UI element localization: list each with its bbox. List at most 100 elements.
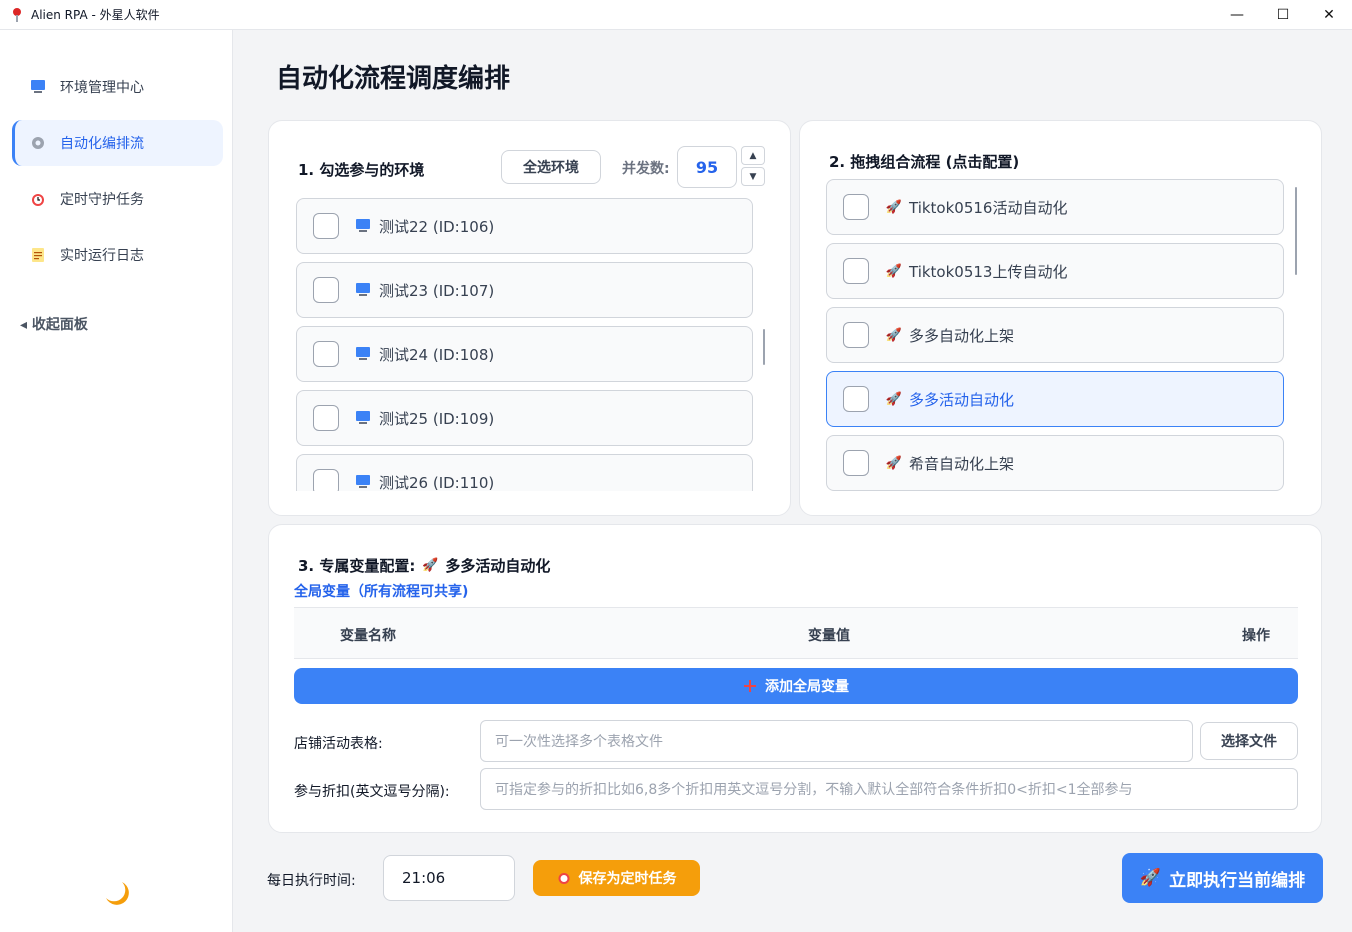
flow-item-selected[interactable]: 🚀 多多活动自动化 bbox=[826, 371, 1284, 427]
rocket-icon: 🚀 bbox=[885, 455, 903, 471]
monitor-icon bbox=[355, 283, 371, 297]
save-schedule-button[interactable]: 保存为定时任务 bbox=[533, 860, 700, 896]
app-logo-icon bbox=[12, 7, 22, 22]
variable-config-flow-name: 多多活动自动化 bbox=[445, 557, 551, 575]
page-title: 自动化流程调度编排 bbox=[276, 64, 511, 94]
window-title: Alien RPA - 外星人软件 bbox=[31, 8, 160, 22]
global-variables-link[interactable]: 全局变量（所有流程可共享) bbox=[294, 581, 468, 601]
concurrency-input[interactable]: 95 bbox=[677, 146, 737, 188]
environment-checkbox[interactable] bbox=[313, 341, 339, 367]
variable-config-prefix: 3. 专属变量配置: bbox=[298, 557, 416, 575]
flow-label: 希音自动化上架 bbox=[909, 454, 1015, 473]
environment-label: 测试23 (ID:107) bbox=[379, 281, 495, 300]
alarm-clock-icon bbox=[557, 871, 571, 885]
sidebar-item-scheduled[interactable]: 定时守护任务 bbox=[12, 176, 223, 222]
variable-table-header: 变量名称 变量值 操作 bbox=[294, 607, 1298, 659]
environment-panel-title: 1. 勾选参与的环境 bbox=[298, 161, 425, 179]
sidebar-item-label: 定时守护任务 bbox=[60, 192, 144, 208]
sidebar-item-label: 环境管理中心 bbox=[60, 80, 144, 96]
flow-checkbox[interactable] bbox=[843, 450, 869, 476]
environment-checkbox[interactable] bbox=[313, 277, 339, 303]
monitor-icon bbox=[355, 219, 371, 233]
save-schedule-label: 保存为定时任务 bbox=[578, 871, 677, 887]
environment-checkbox[interactable] bbox=[313, 213, 339, 239]
flow-item[interactable]: 🚀 多多自动化上架 bbox=[826, 307, 1284, 363]
flow-item[interactable]: 🚀 Tiktok0516活动自动化 bbox=[826, 179, 1284, 235]
monitor-icon bbox=[355, 475, 371, 489]
rocket-icon: 🚀 bbox=[885, 263, 903, 279]
flow-label: 多多活动自动化 bbox=[909, 390, 1015, 409]
flow-panel: 2. 拖拽组合流程 (点击配置) 🚀 Tiktok0516活动自动化 🚀 Tik… bbox=[799, 120, 1322, 516]
variable-config-title: 3. 专属变量配置: 🚀 多多活动自动化 bbox=[298, 555, 550, 576]
column-action: 操作 bbox=[1242, 628, 1270, 644]
column-variable-name: 变量名称 bbox=[340, 628, 396, 644]
daily-time-label: 每日执行时间: bbox=[267, 873, 356, 889]
notepad-icon bbox=[30, 247, 46, 263]
flow-list-scrollbar[interactable] bbox=[1295, 187, 1297, 275]
rocket-icon: 🚀 bbox=[885, 199, 903, 215]
choose-file-button[interactable]: 选择文件 bbox=[1200, 722, 1298, 760]
concurrency-increment-button[interactable]: ▲ bbox=[741, 146, 765, 165]
environment-item[interactable]: 测试25 (ID:109) bbox=[296, 390, 753, 446]
select-all-environments-button[interactable]: 全选环境 bbox=[501, 150, 601, 184]
flow-checkbox[interactable] bbox=[843, 322, 869, 348]
rocket-icon: 🚀 bbox=[1139, 868, 1162, 888]
flow-item[interactable]: 🚀 Tiktok0513上传自动化 bbox=[826, 243, 1284, 299]
sidebar-item-automation[interactable]: 自动化编排流 bbox=[12, 120, 223, 166]
rocket-icon: 🚀 bbox=[885, 327, 903, 343]
alarm-clock-icon bbox=[30, 191, 46, 207]
flow-item[interactable]: 🚀 希音自动化上架 bbox=[826, 435, 1284, 491]
column-variable-value: 变量值 bbox=[808, 628, 850, 644]
title-bar: Alien RPA - 外星人软件 — ☐ ✕ bbox=[0, 0, 1352, 30]
environment-item[interactable]: 测试23 (ID:107) bbox=[296, 262, 753, 318]
shop-activity-sheet-label: 店铺活动表格: bbox=[294, 736, 383, 752]
daily-time-input[interactable]: 21:06 bbox=[383, 855, 515, 901]
environment-item[interactable]: 测试26 (ID:110) bbox=[296, 454, 753, 491]
monitor-icon bbox=[30, 79, 46, 95]
flow-checkbox[interactable] bbox=[843, 386, 869, 412]
run-now-label: 立即执行当前编排 bbox=[1169, 870, 1306, 891]
sidebar-item-logs[interactable]: 实时运行日志 bbox=[12, 232, 223, 278]
run-now-button[interactable]: 🚀 立即执行当前编排 bbox=[1122, 853, 1323, 903]
flow-checkbox[interactable] bbox=[843, 258, 869, 284]
add-global-variable-label: 添加全局变量 bbox=[765, 679, 849, 695]
rocket-icon: 🚀 bbox=[885, 391, 903, 407]
environment-label: 测试24 (ID:108) bbox=[379, 345, 495, 364]
flow-label: Tiktok0513上传自动化 bbox=[909, 262, 1068, 281]
flow-label: 多多自动化上架 bbox=[909, 326, 1015, 345]
minimize-button[interactable]: — bbox=[1214, 0, 1260, 30]
environment-checkbox[interactable] bbox=[313, 405, 339, 431]
gear-icon bbox=[30, 135, 46, 151]
concurrency-label: 并发数: bbox=[622, 161, 670, 177]
environment-label: 测试25 (ID:109) bbox=[379, 409, 495, 428]
environment-label: 测试26 (ID:110) bbox=[379, 473, 495, 492]
plus-icon bbox=[743, 679, 757, 693]
sidebar: 环境管理中心 自动化编排流 定时守护任务 实时运行日志 ◂ 收起面板 bbox=[0, 30, 233, 932]
variable-config-panel: 3. 专属变量配置: 🚀 多多活动自动化 全局变量（所有流程可共享) 变量名称 … bbox=[268, 524, 1322, 833]
add-global-variable-button[interactable]: 添加全局变量 bbox=[294, 668, 1298, 704]
sidebar-item-label: 实时运行日志 bbox=[60, 248, 144, 264]
close-button[interactable]: ✕ bbox=[1306, 0, 1352, 30]
discount-input[interactable]: 可指定参与的折扣比如6,8多个折扣用英文逗号分割，不输入默认全部符合条件折扣0<… bbox=[480, 768, 1298, 810]
discount-label: 参与折扣(英文逗号分隔): bbox=[294, 784, 450, 800]
rocket-icon: 🚀 bbox=[422, 558, 439, 573]
moon-icon[interactable] bbox=[102, 878, 132, 908]
monitor-icon bbox=[355, 347, 371, 361]
environment-checkbox[interactable] bbox=[313, 469, 339, 491]
environment-item[interactable]: 测试24 (ID:108) bbox=[296, 326, 753, 382]
environment-list-scrollbar[interactable] bbox=[763, 329, 765, 365]
sidebar-item-label: 自动化编排流 bbox=[60, 136, 144, 152]
environment-panel: 1. 勾选参与的环境 全选环境 并发数: 95 ▲ ▼ 测试22 (ID:106… bbox=[268, 120, 791, 516]
flow-label: Tiktok0516活动自动化 bbox=[909, 198, 1068, 217]
environment-item[interactable]: 测试22 (ID:106) bbox=[296, 198, 753, 254]
concurrency-decrement-button[interactable]: ▼ bbox=[741, 167, 765, 186]
window-controls: — ☐ ✕ bbox=[1214, 0, 1352, 30]
maximize-button[interactable]: ☐ bbox=[1260, 0, 1306, 30]
monitor-icon bbox=[355, 411, 371, 425]
sidebar-item-environment[interactable]: 环境管理中心 bbox=[12, 64, 223, 110]
flow-checkbox[interactable] bbox=[843, 194, 869, 220]
environment-label: 测试22 (ID:106) bbox=[379, 217, 495, 236]
shop-activity-sheet-input[interactable]: 可一次性选择多个表格文件 bbox=[480, 720, 1193, 762]
collapse-panel-button[interactable]: ◂ 收起面板 bbox=[20, 314, 88, 334]
flow-panel-title: 2. 拖拽组合流程 (点击配置) bbox=[829, 153, 1020, 171]
